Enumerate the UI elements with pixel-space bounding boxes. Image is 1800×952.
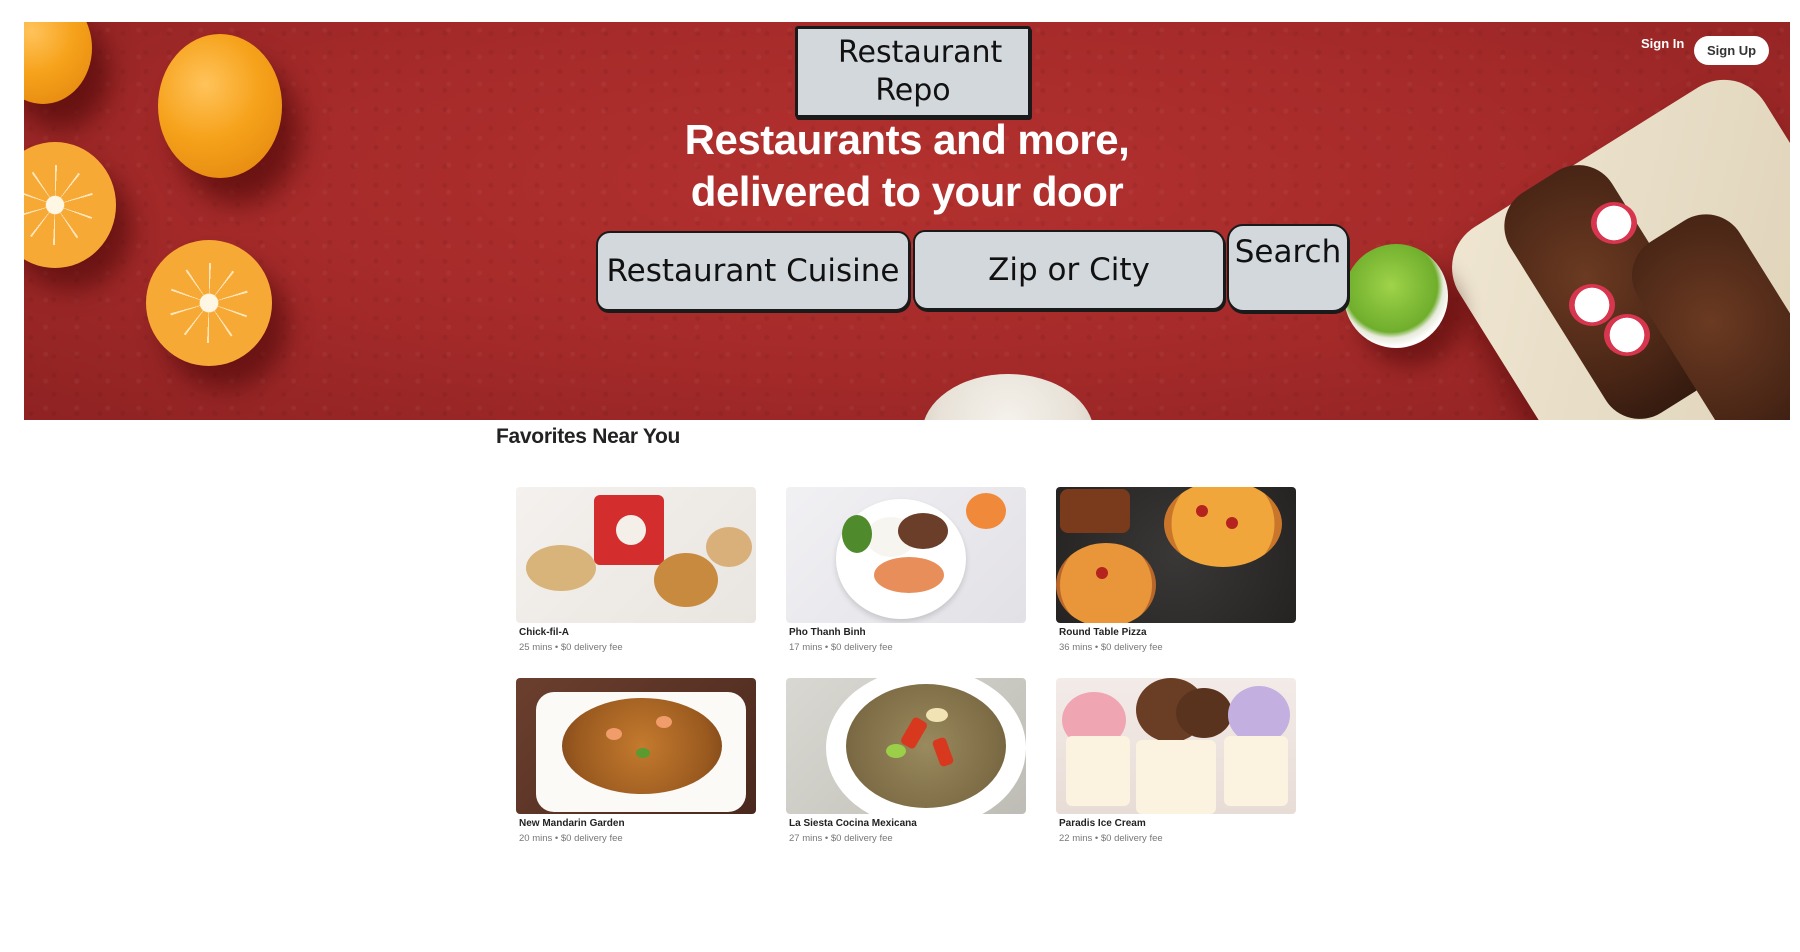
restaurant-name: La Siesta Cocina Mexicana <box>789 818 917 829</box>
food-decoration <box>656 716 672 728</box>
food-decoration <box>1226 517 1238 529</box>
section-title: Favorites Near You <box>496 425 681 448</box>
food-decoration <box>1176 688 1232 738</box>
orange-half-decoration <box>146 240 272 366</box>
food-decoration <box>1060 489 1130 533</box>
restaurant-image <box>1056 678 1296 814</box>
restaurant-meta: 22 mins • $0 delivery fee <box>1059 833 1163 844</box>
search-button[interactable]: Search <box>1227 224 1349 312</box>
restaurant-meta: 36 mins • $0 delivery fee <box>1059 642 1163 653</box>
restaurant-name: Paradis Ice Cream <box>1059 818 1146 829</box>
restaurant-name: Pho Thanh Binh <box>789 627 866 638</box>
restaurant-meta: 17 mins • $0 delivery fee <box>789 642 893 653</box>
restaurant-name: Chick-fil-A <box>519 627 569 638</box>
restaurant-meta: 20 mins • $0 delivery fee <box>519 833 623 844</box>
restaurant-name: Round Table Pizza <box>1059 627 1147 638</box>
restaurant-card[interactable]: Chick-fil-A 25 mins • $0 delivery fee <box>516 487 756 653</box>
site-logo[interactable]: Restaurant Repo <box>795 26 1031 118</box>
restaurant-card[interactable]: Pho Thanh Binh 17 mins • $0 delivery fee <box>786 487 1026 653</box>
restaurant-image <box>1056 487 1296 623</box>
guacamole-decoration <box>1344 244 1448 348</box>
food-decoration <box>1066 736 1130 806</box>
location-placeholder: Zip or City <box>988 252 1150 288</box>
restaurant-image <box>786 487 1026 623</box>
restaurant-card[interactable]: New Mandarin Garden 20 mins • $0 deliver… <box>516 678 756 844</box>
hero-headline-text: Restaurants and more, delivered to your … <box>684 116 1130 215</box>
site-logo-text: Restaurant Repo <box>838 35 1003 108</box>
food-decoration <box>654 553 718 607</box>
restaurant-image <box>516 678 756 814</box>
food-decoration <box>606 728 622 740</box>
restaurant-name: New Mandarin Garden <box>519 818 625 829</box>
food-decoration <box>886 744 906 758</box>
food-decoration <box>526 545 596 591</box>
restaurant-card[interactable]: Paradis Ice Cream 22 mins • $0 delivery … <box>1056 678 1296 844</box>
hero-headline: Restaurants and more, delivered to your … <box>24 114 1790 218</box>
restaurant-meta: 25 mins • $0 delivery fee <box>519 642 623 653</box>
location-search-input[interactable]: Zip or City <box>913 230 1225 310</box>
cuisine-placeholder: Restaurant Cuisine <box>606 253 900 289</box>
radish-decoration <box>1604 314 1650 356</box>
sign-up-button[interactable]: Sign Up <box>1694 36 1770 65</box>
food-decoration <box>616 515 646 545</box>
food-decoration <box>1096 567 1108 579</box>
search-button-label: Search <box>1234 234 1342 270</box>
restaurant-meta: 27 mins • $0 delivery fee <box>789 833 893 844</box>
restaurant-image <box>786 678 1026 814</box>
food-decoration <box>926 708 948 722</box>
food-decoration <box>706 527 752 567</box>
food-decoration <box>874 557 944 593</box>
restaurant-image <box>516 487 756 623</box>
food-decoration <box>842 515 872 553</box>
food-decoration <box>636 748 650 758</box>
food-decoration <box>1224 736 1288 806</box>
food-decoration <box>1056 543 1156 623</box>
restaurant-card[interactable]: La Siesta Cocina Mexicana 27 mins • $0 d… <box>786 678 1026 844</box>
food-decoration <box>1164 487 1282 567</box>
cuisine-search-input[interactable]: Restaurant Cuisine <box>596 231 910 311</box>
food-decoration <box>1136 740 1216 814</box>
food-decoration <box>898 513 948 549</box>
food-decoration <box>966 493 1006 529</box>
restaurant-card[interactable]: Round Table Pizza 36 mins • $0 delivery … <box>1056 487 1296 653</box>
radish-decoration <box>1569 284 1615 326</box>
sign-in-link[interactable]: Sign In <box>1641 36 1684 51</box>
food-decoration <box>562 698 722 794</box>
food-decoration <box>1196 505 1208 517</box>
food-decoration <box>846 684 1006 808</box>
hero-banner: Restaurant Repo Restaurants and more, de… <box>24 22 1790 420</box>
